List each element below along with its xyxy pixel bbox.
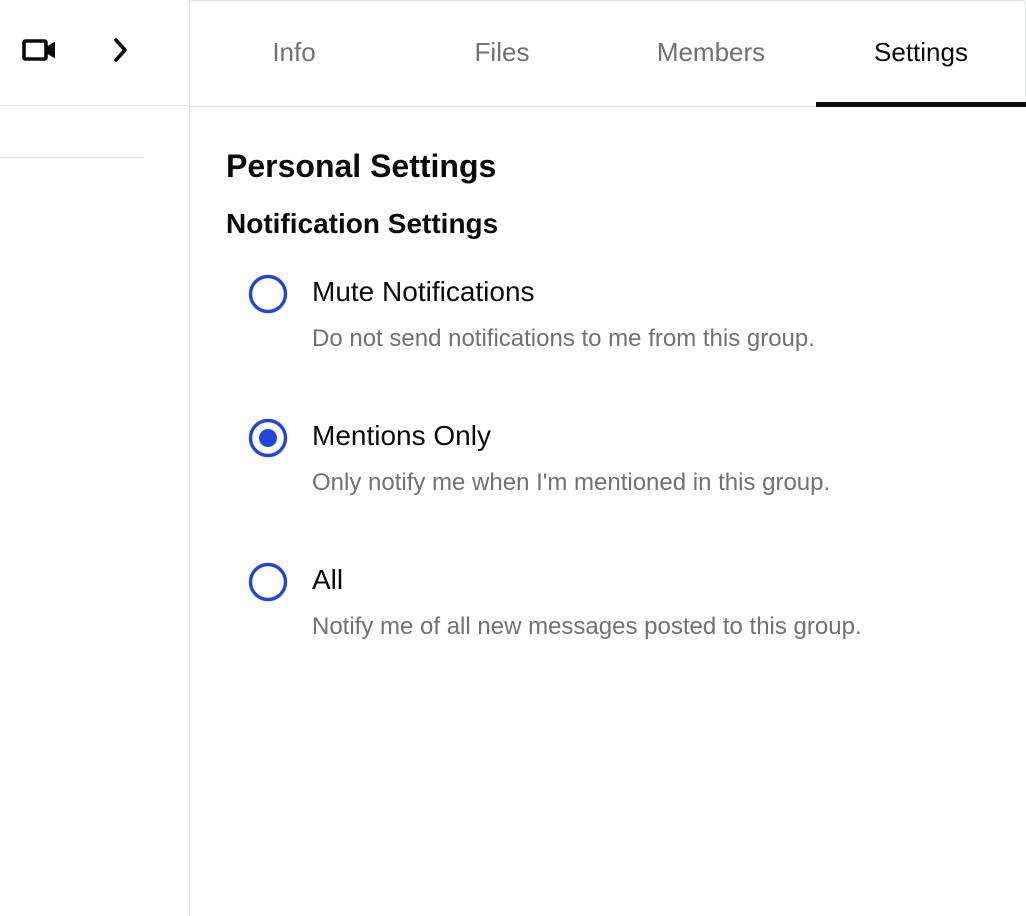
left-divider: [0, 157, 144, 158]
option-label: Mentions Only: [312, 420, 491, 451]
option-all[interactable]: All Notify me of all new messages posted…: [248, 552, 948, 646]
tab-label: Info: [272, 36, 316, 67]
radio-selected-icon[interactable]: [248, 418, 288, 458]
settings-content: Personal Settings Notification Settings …: [226, 140, 986, 646]
option-mentions-only[interactable]: Mentions Only Only notify me when I'm me…: [248, 408, 948, 502]
radio-unselected-icon[interactable]: [248, 274, 288, 314]
tab-members[interactable]: Members: [607, 1, 815, 107]
page-title: Personal Settings: [226, 148, 497, 184]
option-mute-notifications[interactable]: Mute Notifications Do not send notificat…: [248, 264, 948, 358]
collapse-panel-button[interactable]: [98, 30, 144, 74]
tab-label: Settings: [874, 36, 968, 67]
video-call-button[interactable]: [14, 30, 66, 74]
active-tab-indicator: [816, 102, 1026, 107]
app-frame: Info Files Members Settings Personal Set…: [0, 0, 1026, 916]
tab-settings[interactable]: Settings: [816, 1, 1026, 107]
chevron-right-icon: [111, 37, 131, 68]
option-description: Do not send notifications to me from thi…: [312, 325, 815, 352]
left-pane: [0, 0, 189, 916]
left-toolbar: [0, 0, 189, 106]
option-label: Mute Notifications: [312, 276, 535, 307]
option-description: Only notify me when I'm mentioned in thi…: [312, 469, 831, 496]
option-description: Notify me of all new messages posted to …: [312, 613, 862, 640]
radio-unselected-icon[interactable]: [248, 562, 288, 602]
tab-files[interactable]: Files: [398, 1, 606, 107]
details-panel: Info Files Members Settings Personal Set…: [190, 0, 1026, 916]
section-heading: Notification Settings: [226, 208, 499, 239]
tab-info[interactable]: Info: [190, 1, 398, 107]
tab-bar: Info Files Members Settings: [190, 0, 1026, 107]
video-camera-icon: [22, 38, 58, 67]
tab-label: Files: [474, 36, 530, 67]
option-label: All: [312, 564, 344, 595]
tab-label: Members: [656, 36, 766, 67]
